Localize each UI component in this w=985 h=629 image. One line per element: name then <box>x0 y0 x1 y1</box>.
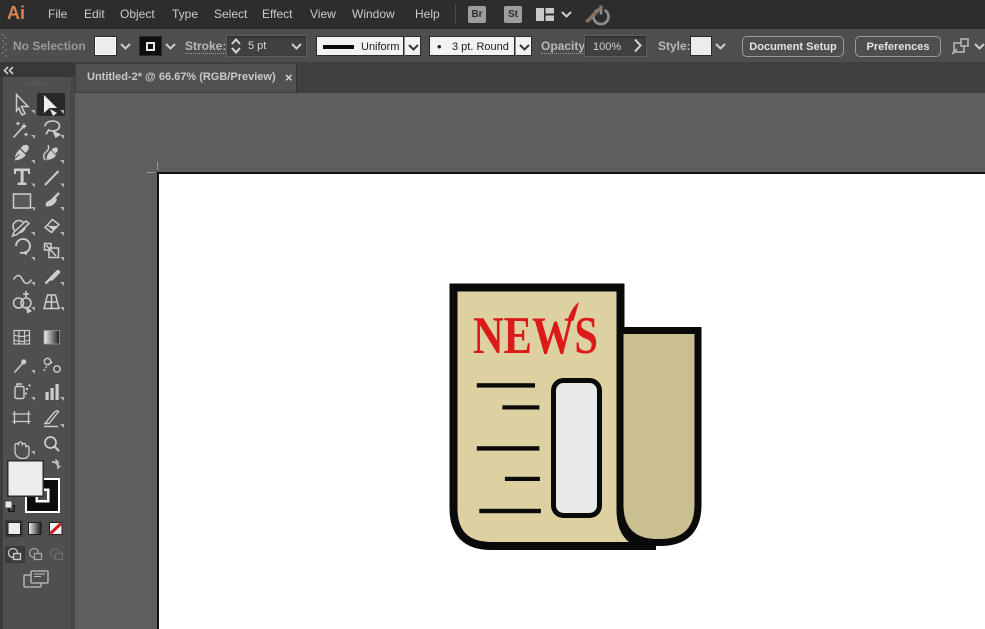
svg-text:NEWS: NEWS <box>473 307 598 365</box>
